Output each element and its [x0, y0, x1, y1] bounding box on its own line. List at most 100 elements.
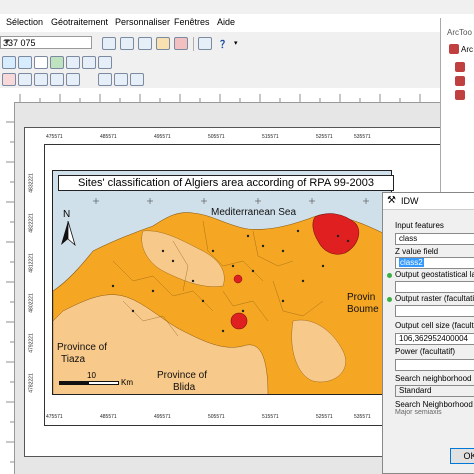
toolbox-root-label[interactable]: Arc	[461, 45, 473, 54]
grid-x-label: 475571	[46, 134, 63, 140]
grid-x-label: 525571	[316, 134, 333, 140]
layout-toolbar	[0, 71, 440, 88]
province-tiaza-label-line2: Tiaza	[61, 354, 86, 365]
optional-output-indicator-icon	[387, 273, 392, 278]
clear-selection-icon[interactable]	[18, 73, 32, 86]
hammer-icon: ⚒	[387, 195, 396, 206]
pan-icon[interactable]	[34, 56, 48, 69]
toolbox-icon[interactable]	[455, 90, 465, 100]
grid-y-label: 4782221	[28, 373, 35, 393]
table-of-contents-icon[interactable]	[120, 37, 134, 50]
tools-toolbar	[0, 53, 440, 71]
major-semiaxis-label: Major semiaxis	[395, 409, 442, 416]
province-boumerdes-label-line1: Provin	[347, 292, 376, 303]
arctoolbox-icon[interactable]	[174, 37, 188, 50]
full-extent-icon[interactable]	[50, 56, 64, 69]
vertical-ruler	[0, 102, 15, 474]
map-scale-combo[interactable]: 337 075 ▼	[0, 36, 92, 49]
toolbox-icon[interactable]	[455, 76, 465, 86]
search-window-icon[interactable]	[156, 37, 170, 50]
grid-x-label: 505571	[208, 414, 225, 420]
identify-icon[interactable]	[34, 73, 48, 86]
grid-x-label: 495571	[154, 414, 171, 420]
grid-y-label: 4822221	[28, 213, 35, 233]
grid-y-label: 4832221	[28, 173, 35, 193]
scale-bar-number: 10	[87, 371, 96, 380]
north-arrow: N	[59, 209, 79, 249]
output-geostatistical-label: Output geostatistical lay	[395, 270, 474, 279]
output-raster-field[interactable]	[395, 305, 474, 317]
output-geostatistical-field[interactable]	[395, 281, 474, 293]
ok-button[interactable]: OK	[450, 448, 474, 464]
catalog-icon[interactable]	[138, 37, 152, 50]
classification-map	[53, 171, 391, 394]
model-builder-icon[interactable]	[198, 37, 212, 50]
input-features-field[interactable]: class	[395, 233, 474, 245]
grid-x-label: 475571	[46, 414, 63, 420]
province-tiaza-label-line1: Province of	[57, 342, 108, 353]
select-features-icon[interactable]	[2, 73, 16, 86]
toolbar-overflow-icon[interactable]: ▾	[234, 39, 238, 47]
find-icon[interactable]	[50, 73, 64, 86]
mediterranean-sea-label: Mediterranean Sea	[211, 207, 297, 218]
zoom-in-icon[interactable]	[2, 56, 16, 69]
toolbox-icon[interactable]	[455, 62, 465, 72]
grid-x-label: 515571	[262, 134, 279, 140]
standard-toolbar: 337 075 ▼ ？ ▾	[0, 33, 440, 53]
idw-title: IDW	[401, 196, 419, 206]
menu-help[interactable]: Aide	[217, 17, 235, 27]
search-neighborhood-subheader: Search Neighborhood	[395, 400, 473, 409]
layout-page-icon[interactable]	[130, 73, 144, 86]
power-field[interactable]	[395, 359, 474, 371]
grid-x-label: 515571	[262, 414, 279, 420]
idw-titlebar[interactable]: ⚒ IDW	[383, 193, 474, 210]
editor-icon[interactable]	[102, 37, 116, 50]
optional-output-indicator-icon	[387, 297, 392, 302]
province-blida-label-line2: Blida	[173, 382, 196, 393]
grid-x-label: 485571	[100, 134, 117, 140]
search-neighborhood-label: Search neighborhood (f	[395, 374, 474, 383]
output-cell-size-field[interactable]: 106,362952400004	[395, 333, 474, 345]
layout-zoom-icon[interactable]	[98, 73, 112, 86]
arctoolbox-title: ArcToo	[447, 28, 472, 37]
horizontal-ruler	[0, 88, 440, 103]
back-extent-icon[interactable]	[98, 56, 112, 69]
fixed-zoom-in-icon[interactable]	[66, 56, 80, 69]
input-features-label: Input features	[395, 221, 444, 230]
z-value-field-select[interactable]: class2	[395, 257, 474, 269]
grid-x-label: 485571	[100, 414, 117, 420]
toolbar-separator	[193, 37, 194, 51]
layout-pan-icon[interactable]	[114, 73, 128, 86]
output-cell-size-label: Output cell size (facultat	[395, 321, 474, 330]
measure-icon[interactable]	[66, 73, 80, 86]
grid-x-label: 525571	[316, 414, 333, 420]
scale-bar-unit: Km	[121, 378, 133, 387]
z-value-field-label: Z value field	[395, 247, 439, 256]
province-boumerdes-label-line2: Boume	[347, 304, 379, 315]
grid-x-label: 535571	[354, 134, 371, 140]
grid-x-label: 495571	[154, 134, 171, 140]
idw-dialog: ⚒ IDW Input features class Z value field…	[382, 192, 474, 474]
menu-windows[interactable]: Fenêtres	[174, 17, 210, 27]
menu-selection[interactable]: Sélection	[6, 17, 43, 27]
map-display[interactable]: N Mediterranean Sea Province of Tiaza Pr…	[52, 170, 392, 395]
grid-y-label: 4802221	[28, 293, 35, 313]
menu-customize[interactable]: Personnaliser	[115, 17, 170, 27]
z-value-selected: class2	[399, 258, 424, 267]
output-raster-label: Output raster (facultati	[395, 294, 474, 303]
grid-y-label: 4792221	[28, 333, 35, 353]
scale-bar-graphic	[59, 381, 119, 385]
north-label: N	[63, 209, 71, 220]
grid-y-label: 4812221	[28, 253, 35, 273]
search-neighborhood-type-select[interactable]: Standard	[395, 385, 474, 397]
fixed-zoom-out-icon[interactable]	[82, 56, 96, 69]
chevron-down-icon[interactable]: ▼	[3, 37, 90, 46]
north-arrow-icon	[61, 221, 76, 247]
scale-bar: 10 Km	[59, 371, 139, 391]
zoom-out-icon[interactable]	[18, 56, 32, 69]
grid-x-label: 535571	[354, 414, 371, 420]
grid-x-label: 505571	[208, 134, 225, 140]
toolbox-icon[interactable]	[449, 44, 459, 54]
menu-geoprocessing[interactable]: Géotraitement	[51, 17, 108, 27]
whats-this-help-icon[interactable]: ？	[220, 36, 230, 51]
